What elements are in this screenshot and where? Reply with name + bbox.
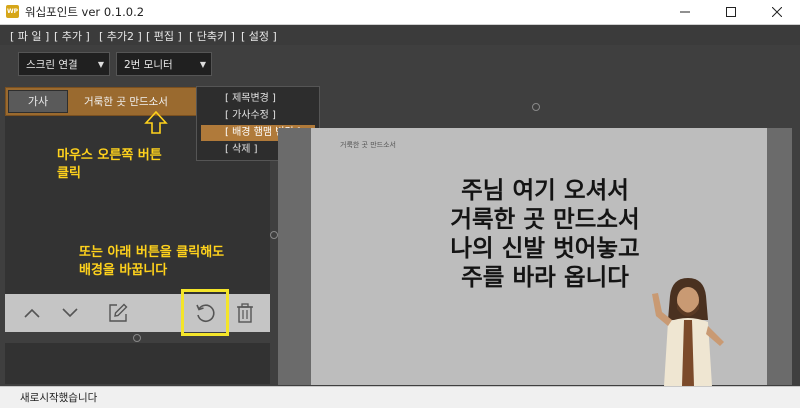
menu-edit[interactable]: [ 편집 ] xyxy=(146,28,182,44)
lyric-action-bar xyxy=(5,294,270,332)
annotation-right-click-line2: 클릭 xyxy=(57,166,81,181)
slide-line-3: 나의 신발 벗어놓고 xyxy=(450,234,640,262)
screen-connect-select[interactable]: 스크린 연결 ▼ xyxy=(18,52,110,76)
chevron-down-icon xyxy=(62,308,78,318)
annotation-right-click: 마우스 오른쪽 버튼 클릭 xyxy=(57,147,162,183)
screen-connect-value: 스크린 연결 xyxy=(26,59,78,71)
close-button[interactable] xyxy=(754,0,800,24)
monitor-value: 2번 모니터 xyxy=(124,59,173,71)
menu-add2[interactable]: [ 추가2 ] xyxy=(99,28,142,44)
arrow-up-icon xyxy=(144,111,168,134)
chevron-up-icon xyxy=(24,308,40,318)
annotation-button-line1: 또는 아래 버튼을 클릭해도 xyxy=(79,245,225,260)
maximize-icon xyxy=(726,7,736,17)
close-icon xyxy=(772,7,782,17)
menu-file[interactable]: [ 파 일 ] xyxy=(10,28,49,44)
status-text: 새로시작했습니다 xyxy=(20,392,98,404)
menu-settings[interactable]: [ 설정 ] xyxy=(241,28,277,44)
lyric-type-button[interactable]: 가사 xyxy=(8,90,68,113)
highlight-box xyxy=(181,289,229,336)
move-up-button[interactable] xyxy=(19,294,45,332)
status-bar: 새로시작했습니다 xyxy=(0,386,800,408)
edit-icon xyxy=(109,303,128,322)
resize-handle-left[interactable] xyxy=(270,231,278,239)
menu-shortcuts[interactable]: [ 단축키 ] xyxy=(189,28,235,44)
resize-handle-top[interactable] xyxy=(532,103,540,111)
annotation-button-hint: 또는 아래 버튼을 클릭해도 배경을 바꿉니다 xyxy=(79,244,224,280)
slide-line-1: 주님 여기 오셔서 xyxy=(461,176,629,204)
slide-small-title: 거룩한 곳 만드소서 xyxy=(340,141,396,149)
monitor-select[interactable]: 2번 모니터 ▼ xyxy=(116,52,212,76)
chevron-down-icon: ▼ xyxy=(199,60,206,69)
chevron-down-icon: ▼ xyxy=(97,60,104,69)
title-bar: WP 워십포인트 ver 0.1.0.2 xyxy=(0,0,800,25)
move-down-button[interactable] xyxy=(57,294,83,332)
edit-button[interactable] xyxy=(105,294,131,332)
lyric-title: 거룩한 곳 만드소서 xyxy=(84,96,168,108)
preview-panel xyxy=(5,343,270,384)
annotation-button-line2: 배경을 바꿉니다 xyxy=(79,263,168,278)
menu-bar: [ 파 일 ] [ 추가 ] [ 추가2 ] [ 편집 ] [ 단축키 ] [ … xyxy=(0,25,800,45)
minimize-icon xyxy=(680,11,690,13)
slide-line-2: 거룩한 곳 만드소서 xyxy=(450,205,640,233)
slide-lyrics: 주님 여기 오셔서 거룩한 곳 만드소서 나의 신발 벗어놓고 주를 바라 옵니… xyxy=(355,176,735,292)
ctx-rename-title[interactable]: [ 제목변경 ] xyxy=(201,91,315,107)
delete-button[interactable] xyxy=(233,294,257,332)
annotation-right-click-line1: 마우스 오른쪽 버튼 xyxy=(57,148,162,163)
trash-icon xyxy=(237,303,253,323)
ctx-edit-lyrics[interactable]: [ 가사수정 ] xyxy=(201,108,315,124)
slide-line-4: 주를 바라 옵니다 xyxy=(461,263,629,291)
resize-handle-bottom[interactable] xyxy=(133,334,141,342)
jesus-illustration-icon xyxy=(652,278,724,386)
minimize-button[interactable] xyxy=(662,0,708,24)
app-icon: WP xyxy=(6,5,19,18)
menu-add[interactable]: [ 추가 ] xyxy=(54,28,90,44)
maximize-button[interactable] xyxy=(708,0,754,24)
window-title: 워십포인트 ver 0.1.0.2 xyxy=(25,5,145,19)
